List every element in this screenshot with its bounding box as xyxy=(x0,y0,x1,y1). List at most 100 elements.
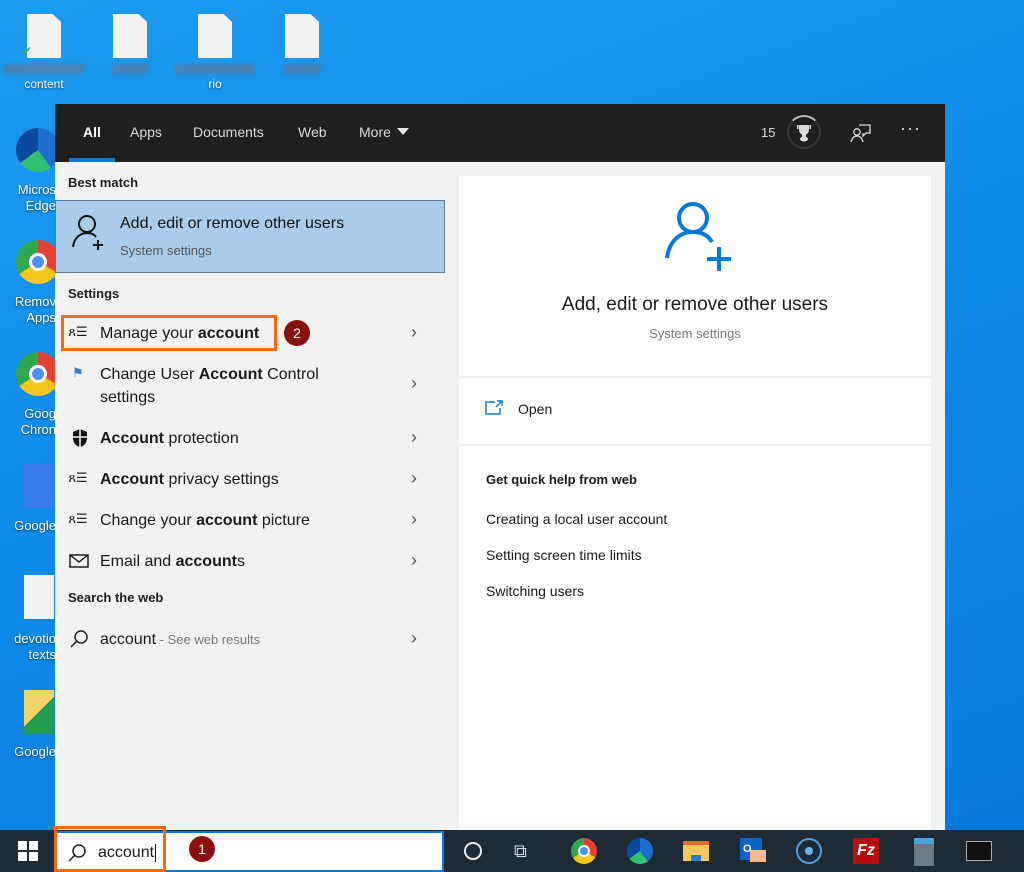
taskbar-media-player[interactable] xyxy=(796,838,824,864)
taskbar: account 1 ⧉ O Fz xyxy=(0,826,1024,872)
desktop-icon-label: Goog xyxy=(24,406,56,421)
taskbar-file-explorer[interactable] xyxy=(683,838,711,864)
chevron-right-icon[interactable]: › xyxy=(411,628,417,649)
more-options-button[interactable]: ··· xyxy=(900,118,921,139)
tab-all[interactable]: All xyxy=(83,124,101,140)
best-match-title: Add, edit or remove other users xyxy=(120,215,345,232)
label-bold: account xyxy=(175,553,237,570)
tab-apps[interactable]: Apps xyxy=(130,124,162,140)
ellipsis-icon: ··· xyxy=(900,118,921,138)
sync-check-icon: ✔ xyxy=(22,44,33,58)
caret-down-icon xyxy=(396,128,409,135)
desktop-icon-label: content xyxy=(24,77,64,91)
desktop-icon-remove-apps[interactable]: Remov Apps xyxy=(0,240,56,326)
chevron-right-icon[interactable]: › xyxy=(411,322,417,343)
blurred-label xyxy=(112,64,148,74)
desktop-icon-devotional-texts[interactable]: devotio texts xyxy=(0,575,56,663)
preview-title: Add, edit or remove other users xyxy=(561,294,829,315)
best-match-result[interactable]: Add, edit or remove other users System s… xyxy=(55,200,445,273)
desktop-icon-label: rio xyxy=(208,77,222,91)
search-panel: All Apps Documents Web More 15 ··· Best … xyxy=(55,104,945,830)
web-suffix: - See web results xyxy=(156,632,261,647)
trophy-icon xyxy=(797,125,811,142)
media-player-icon xyxy=(796,838,822,864)
taskbar-calculator[interactable] xyxy=(911,838,939,866)
label-part: Change User xyxy=(100,366,199,383)
annotation-highlight-2 xyxy=(61,315,277,351)
desktop-icon-label: Edge xyxy=(25,198,56,213)
desktop-icon-label: devotio xyxy=(14,631,56,646)
feedback-button[interactable] xyxy=(849,121,873,145)
desktop-icon-label: Apps xyxy=(26,310,56,325)
file-icon xyxy=(27,14,61,58)
chevron-right-icon[interactable]: › xyxy=(411,550,417,571)
desktop-icon-label: Google xyxy=(14,744,56,759)
taskbar-outlook[interactable]: O xyxy=(740,838,768,864)
annotation-badge-1: 1 xyxy=(189,836,215,862)
filezilla-icon: Fz xyxy=(853,838,879,864)
chevron-right-icon[interactable]: › xyxy=(411,468,417,489)
account-list-icon: ጸ☰ xyxy=(68,470,88,485)
open-label: Open xyxy=(518,401,553,417)
task-view-button[interactable]: ⧉ xyxy=(514,838,542,864)
edge-icon xyxy=(627,838,653,864)
file-icon xyxy=(285,14,319,58)
chevron-right-icon[interactable]: › xyxy=(411,427,417,448)
chrome-icon xyxy=(16,240,56,284)
feedback-icon xyxy=(850,124,871,143)
taskbar-chrome[interactable] xyxy=(571,838,599,864)
folder-icon xyxy=(24,690,54,734)
help-link[interactable]: Creating a local user account xyxy=(486,511,667,527)
blurred-label xyxy=(175,64,255,74)
account-list-icon: ጸ☰ xyxy=(68,511,88,526)
mail-icon xyxy=(69,554,89,568)
web-query: account xyxy=(100,631,157,648)
desktop-icon-google-drive[interactable]: Google xyxy=(0,690,56,760)
cortana-button[interactable] xyxy=(460,838,488,864)
desktop-icon-label: Micros xyxy=(17,182,56,197)
file-icon xyxy=(198,14,232,58)
tab-web[interactable]: Web xyxy=(298,124,327,140)
search-icon xyxy=(70,630,88,648)
label-part: protection xyxy=(164,430,239,447)
help-link[interactable]: Switching users xyxy=(486,583,584,599)
label-bold: Account xyxy=(100,471,164,488)
desktop-icon-edge[interactable]: Micros Edge xyxy=(0,128,56,214)
taskbar-edge[interactable] xyxy=(627,838,655,864)
tab-more[interactable]: More xyxy=(359,124,409,140)
result-label: Email and accounts xyxy=(100,550,245,573)
tab-documents[interactable]: Documents xyxy=(193,124,264,140)
taskbar-filezilla[interactable]: Fz xyxy=(853,838,881,864)
divider xyxy=(459,376,931,378)
file-icon xyxy=(113,14,147,58)
result-label: Change User Account Control settings xyxy=(100,363,319,409)
divider xyxy=(459,444,931,446)
label-bold: Account xyxy=(100,430,164,447)
best-match-subtitle: System settings xyxy=(120,243,212,258)
desktop-icon-file-1[interactable]: ✔ content xyxy=(4,14,84,91)
tab-more-label: More xyxy=(359,124,391,140)
edge-icon xyxy=(16,128,56,172)
label-part: privacy settings xyxy=(164,471,279,488)
preview-subtitle: System settings xyxy=(649,326,741,341)
desktop-icon-google-chrome[interactable]: Goog Chron xyxy=(0,352,56,438)
desktop-icon-google-docs[interactable]: Google xyxy=(0,464,56,534)
desktop-icon-file-3[interactable]: rio xyxy=(175,14,255,91)
desktop-icon-file-4[interactable] xyxy=(262,14,342,77)
best-match-header: Best match xyxy=(68,175,139,190)
results-list: Best match Add, edit or remove other use… xyxy=(55,162,445,830)
search-web-header: Search the web xyxy=(68,590,164,605)
taskbar-terminal[interactable] xyxy=(966,838,994,864)
open-icon xyxy=(485,400,503,415)
help-link[interactable]: Setting screen time limits xyxy=(486,547,642,563)
rewards-trophy-button[interactable] xyxy=(787,115,821,149)
shield-icon xyxy=(73,429,87,447)
task-view-icon: ⧉ xyxy=(514,841,527,861)
rewards-points: 15 xyxy=(761,125,776,140)
chevron-right-icon[interactable]: › xyxy=(411,373,417,394)
chevron-right-icon[interactable]: › xyxy=(411,509,417,530)
chrome-icon xyxy=(16,352,56,396)
outlook-icon: O xyxy=(740,838,766,862)
desktop-icon-file-2[interactable] xyxy=(90,14,170,77)
start-button[interactable] xyxy=(0,830,54,872)
